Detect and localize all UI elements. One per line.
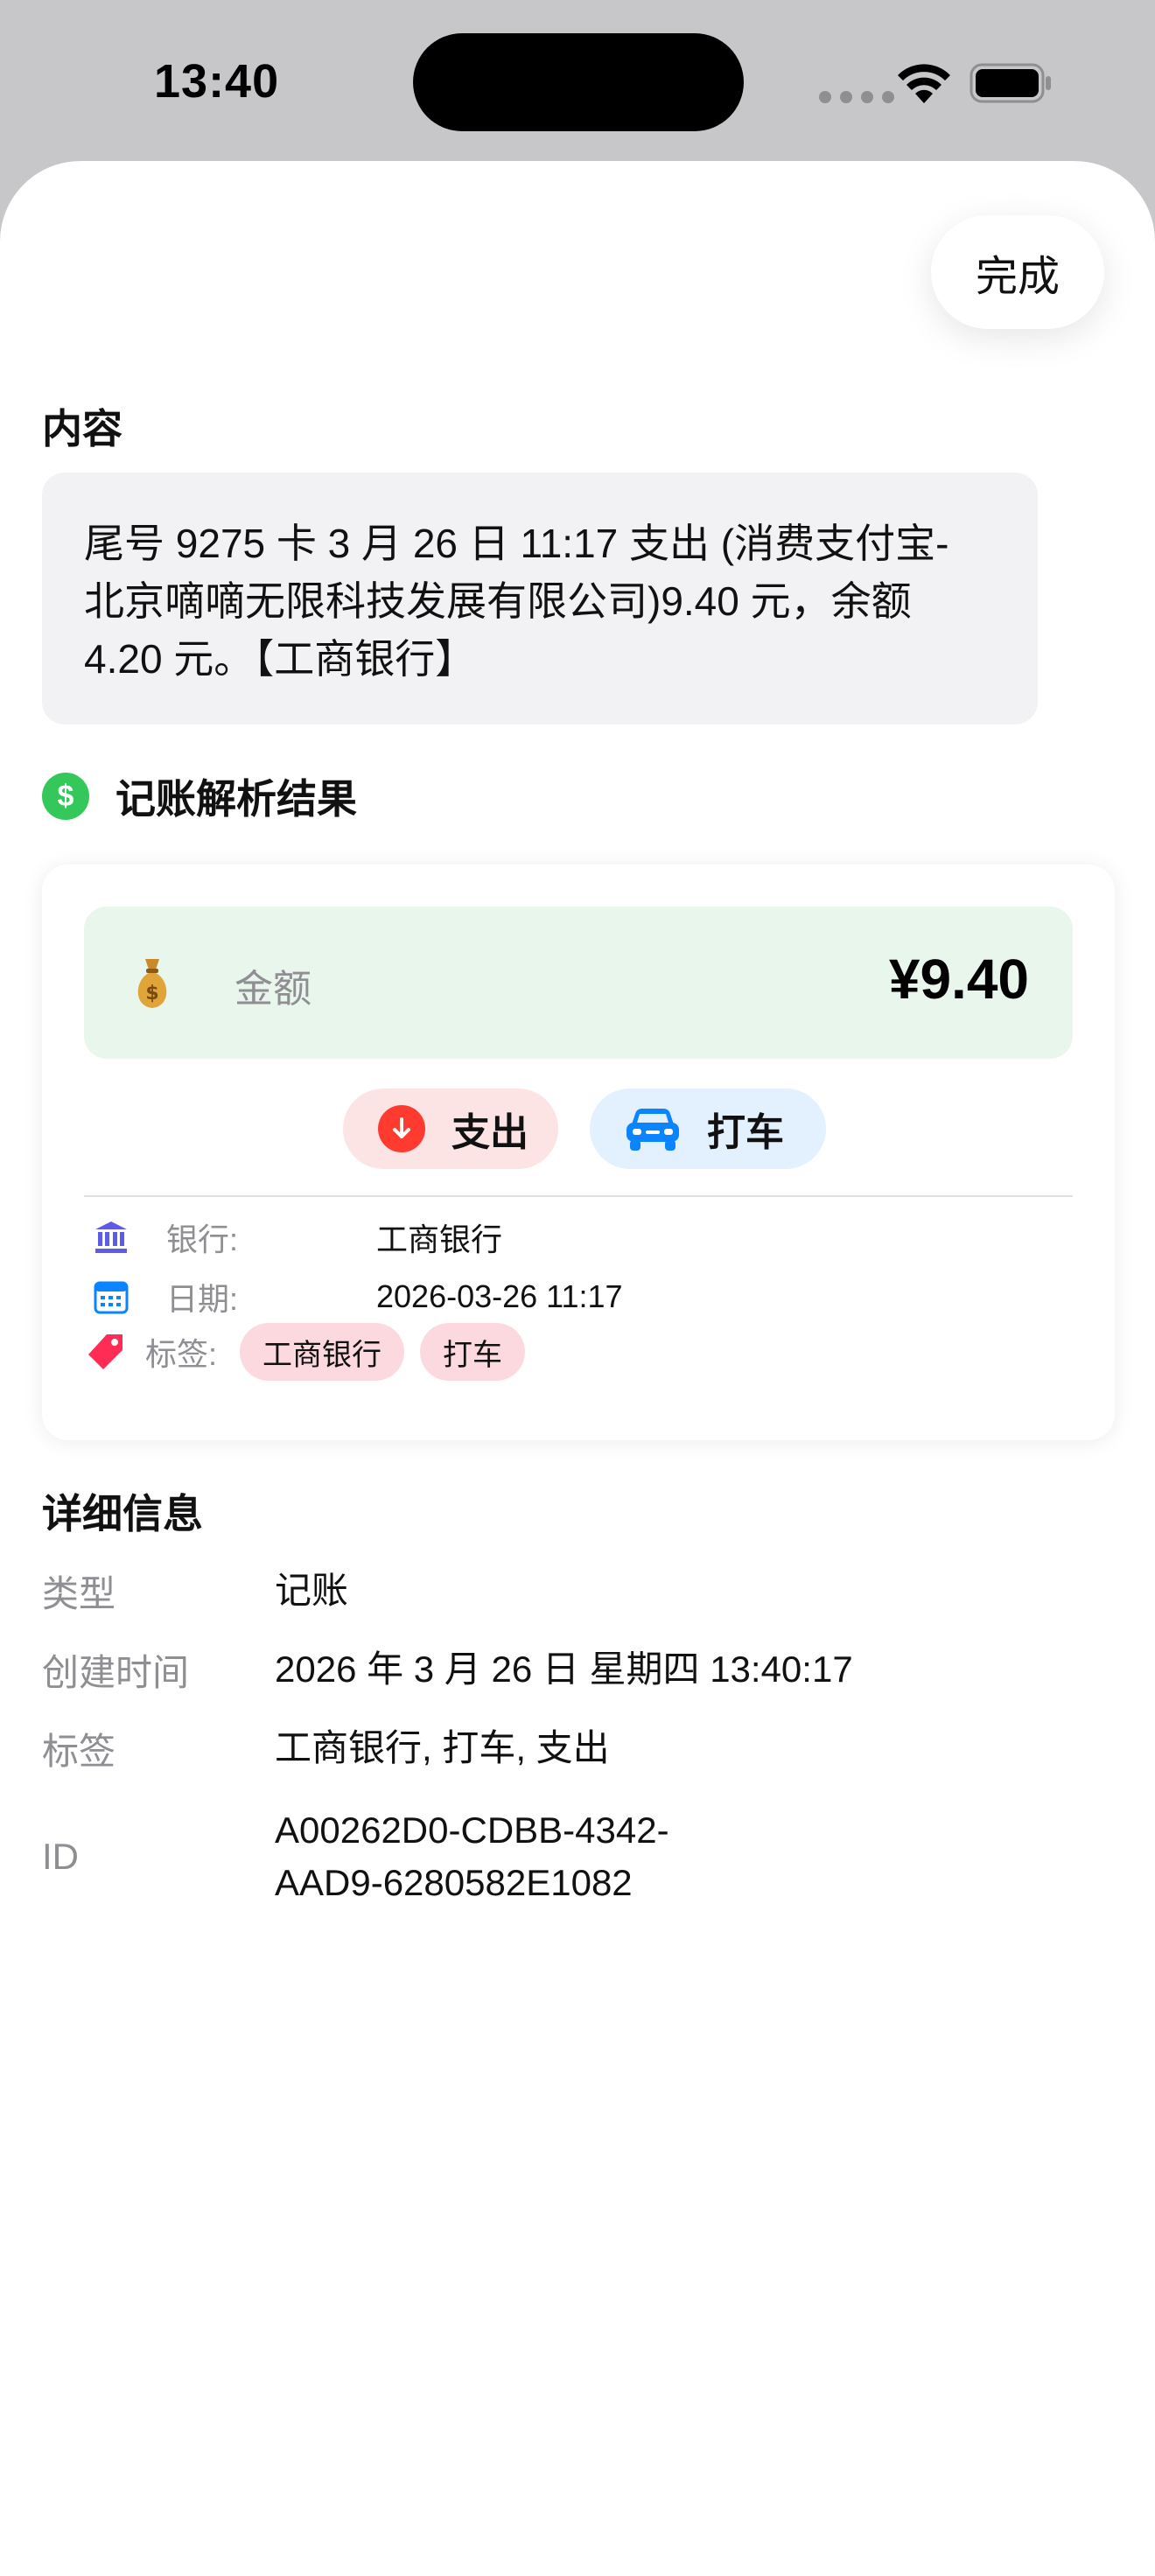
id-line: AAD9-6280582E1082 xyxy=(275,1862,633,1903)
bank-info-row: 银行: 工商银行 xyxy=(93,1214,502,1260)
done-button[interactable]: 完成 xyxy=(931,215,1104,329)
detail-row-created: 创建时间 2026 年 3 月 26 日 星期四 13:40:17 xyxy=(42,1643,853,1697)
detail-label: 创建时间 xyxy=(42,1652,190,1693)
parse-result-title-text: 记账解析结果 xyxy=(116,776,357,822)
cellular-signal-icon xyxy=(819,91,894,103)
message-line: 尾号 9275 卡 3 月 26 日 11:17 支出 (消费支付宝- xyxy=(84,521,949,566)
status-time: 13:40 xyxy=(154,55,280,108)
moneybag-icon: $ xyxy=(137,959,167,1008)
dollar-circle-icon: $ xyxy=(42,773,89,820)
amount-value: ¥9.40 xyxy=(888,948,1029,1011)
divider xyxy=(84,1195,1073,1197)
date-value: 2026-03-26 11:17 xyxy=(376,1278,623,1314)
calendar-icon xyxy=(94,1281,129,1314)
svg-text:$: $ xyxy=(145,983,158,1004)
detail-label: 类型 xyxy=(42,1573,116,1614)
detail-row-tags: 标签 工商银行, 打车, 支出 xyxy=(42,1722,610,1775)
bank-value: 工商银行 xyxy=(376,1222,503,1257)
detail-value: 工商银行, 打车, 支出 xyxy=(275,1727,610,1768)
detail-row-id: ID A00262D0-CDBB-4342- AAD9-6280582E1082 xyxy=(42,1804,669,1909)
tags-label: 标签: xyxy=(145,1336,218,1372)
message-line: 4.20 元。【工商银行】 xyxy=(84,636,476,682)
category-pill-label: 打车 xyxy=(707,1111,784,1154)
amount-box: $ 金额 ¥9.40 xyxy=(84,906,1073,1059)
detail-sheet: 完成 内容 尾号 9275 卡 3 月 26 日 11:17 支出 (消费支付宝… xyxy=(0,161,1155,2576)
arrow-down-circle-icon xyxy=(378,1105,425,1152)
wifi-icon xyxy=(898,64,950,103)
type-pill-expense[interactable]: 支出 xyxy=(343,1088,558,1169)
parse-result-title: $ 记账解析结果 xyxy=(42,770,357,822)
status-bar: 13:40 xyxy=(0,0,1155,166)
detail-value-id: A00262D0-CDBB-4342- AAD9-6280582E1082 xyxy=(275,1804,669,1909)
detail-value: 记账 xyxy=(275,1570,349,1611)
type-pill-label: 支出 xyxy=(452,1111,528,1154)
detail-row-type: 类型 记账 xyxy=(42,1564,348,1618)
tag-icon xyxy=(88,1334,122,1369)
detail-value: 2026 年 3 月 26 日 星期四 13:40:17 xyxy=(275,1648,853,1690)
tag-chip[interactable]: 工商银行 xyxy=(240,1323,405,1381)
message-content-box: 尾号 9275 卡 3 月 26 日 11:17 支出 (消费支付宝- 北京嘀嘀… xyxy=(42,472,1038,724)
parse-result-card: $ 金额 ¥9.40 支出 打车 银行: 工商银行 日期: 2026-03-26… xyxy=(42,864,1115,1440)
tag-chip[interactable]: 打车 xyxy=(420,1323,526,1381)
bank-icon xyxy=(95,1222,127,1253)
tags-row: 标签: 工商银行 打车 xyxy=(86,1323,541,1381)
battery-icon xyxy=(970,63,1051,103)
details-heading: 详细信息 xyxy=(42,1491,203,1536)
category-pill-taxi[interactable]: 打车 xyxy=(590,1088,826,1169)
date-label: 日期: xyxy=(166,1281,239,1317)
amount-label: 金额 xyxy=(234,968,312,1011)
dynamic-island xyxy=(413,33,744,131)
car-icon xyxy=(626,1109,679,1151)
date-info-row: 日期: 2026-03-26 11:17 xyxy=(93,1274,623,1320)
bank-label: 银行: xyxy=(166,1222,239,1257)
detail-label: ID xyxy=(42,1836,79,1877)
message-line: 北京嘀嘀无限科技发展有限公司)9.40 元，余额 xyxy=(84,578,912,624)
content-heading: 内容 xyxy=(42,406,122,452)
id-line: A00262D0-CDBB-4342- xyxy=(275,1810,669,1851)
detail-label: 标签 xyxy=(42,1731,116,1772)
